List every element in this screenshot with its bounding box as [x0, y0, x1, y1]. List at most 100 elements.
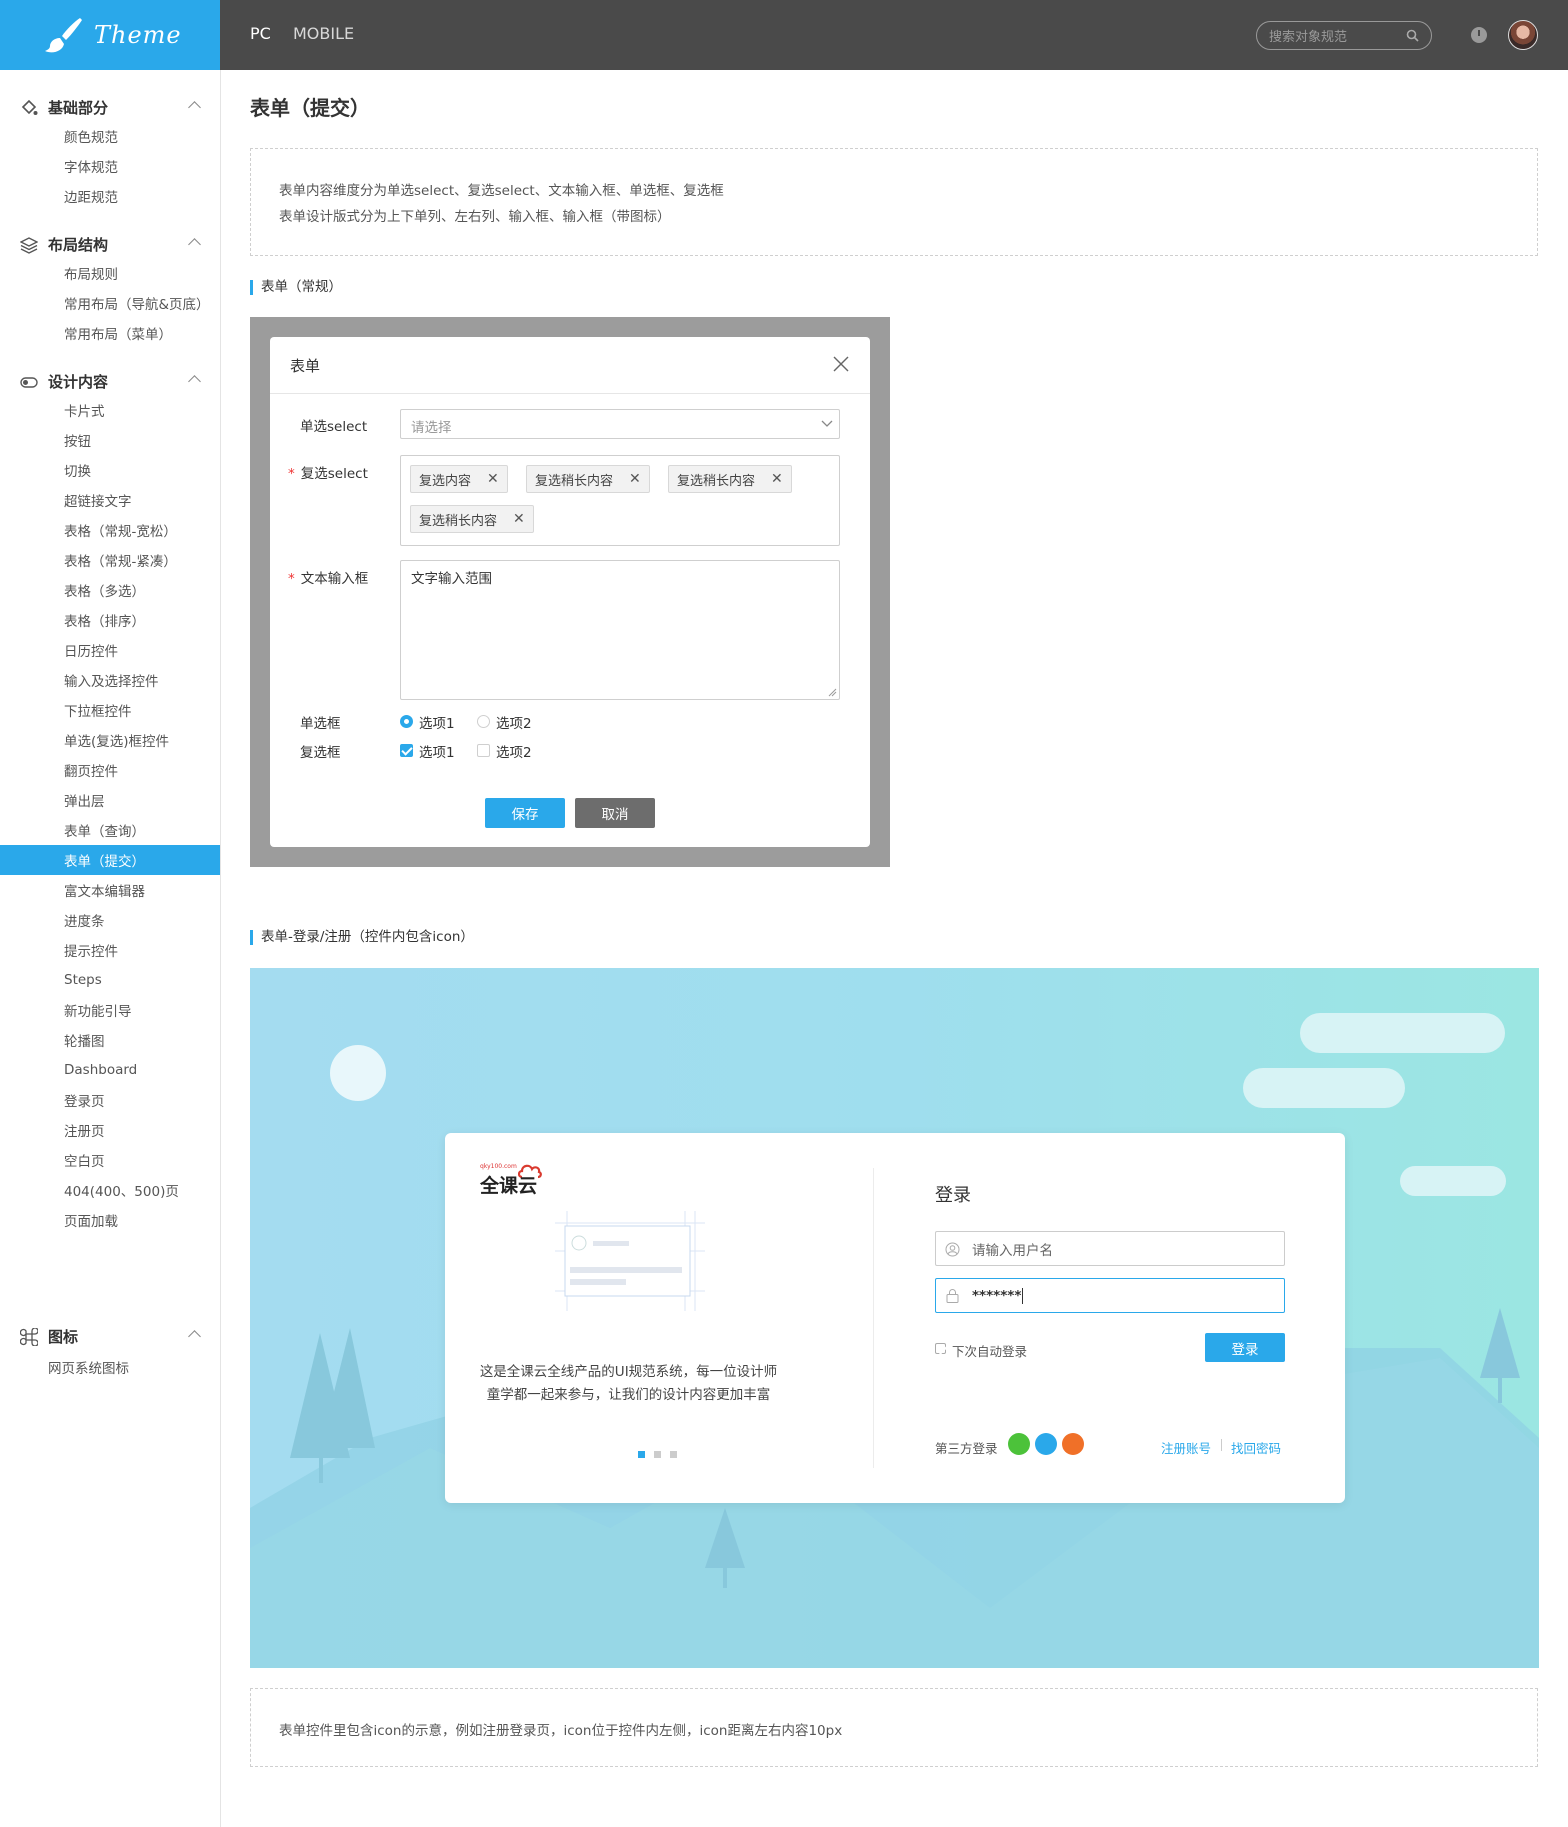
- sidebar-item[interactable]: 页面加载: [0, 1205, 220, 1235]
- register-link[interactable]: 注册账号: [1161, 1438, 1211, 1457]
- weibo-icon[interactable]: [1062, 1433, 1084, 1455]
- checkbox-option-2[interactable]: [477, 744, 490, 757]
- text-area[interactable]: 文字输入范围: [400, 560, 840, 700]
- password-input[interactable]: *******: [935, 1278, 1285, 1313]
- tag-remove-icon[interactable]: ✕: [487, 471, 499, 487]
- sidebar-item[interactable]: 单选(复选)框控件: [0, 725, 220, 755]
- multi-select[interactable]: 复选内容 ✕ 复选稍长内容 ✕ 复选稍长内容 ✕ 复选稍长内容 ✕: [400, 455, 840, 546]
- sidebar-group-basics[interactable]: 基础部分: [20, 97, 108, 118]
- sidebar-item[interactable]: 注册页: [0, 1115, 220, 1145]
- carousel-dot[interactable]: [654, 1451, 661, 1458]
- sidebar-item[interactable]: 翻页控件: [0, 755, 220, 785]
- sidebar-item[interactable]: 网页系统图标: [0, 1352, 220, 1382]
- sidebar-item[interactable]: 表格（常规-紧凑）: [0, 545, 220, 575]
- remember-label: 下次自动登录: [952, 1344, 1028, 1359]
- radio-option-2[interactable]: [477, 715, 490, 728]
- brush-logo-icon: [45, 18, 82, 53]
- search-input[interactable]: 搜索对象规范: [1256, 21, 1432, 50]
- sidebar-item[interactable]: 轮播图: [0, 1025, 220, 1055]
- tab-mobile[interactable]: MOBILE: [293, 24, 354, 43]
- sidebar-item[interactable]: 卡片式: [0, 395, 220, 425]
- sidebar-item[interactable]: 日历控件: [0, 635, 220, 665]
- search-icon[interactable]: [1406, 29, 1419, 42]
- sidebar-item[interactable]: Steps: [0, 965, 220, 995]
- sidebar-item[interactable]: 新功能引导: [0, 995, 220, 1025]
- sidebar-item[interactable]: 表格（常规-宽松）: [0, 515, 220, 545]
- sidebar-item[interactable]: 404(400、500)页: [0, 1175, 220, 1205]
- multi-select-label: * 复选select: [288, 466, 368, 482]
- close-icon[interactable]: [832, 355, 850, 373]
- resize-handle-icon[interactable]: [827, 687, 837, 697]
- qq-icon[interactable]: [1035, 1433, 1057, 1455]
- sidebar-item-active[interactable]: 表单（提交）: [0, 845, 220, 875]
- radio-option-1[interactable]: [400, 715, 413, 728]
- chevron-up-icon[interactable]: [188, 238, 201, 251]
- sidebar-item[interactable]: 输入及选择控件: [0, 665, 220, 695]
- find-password-link[interactable]: 找回密码: [1231, 1438, 1281, 1457]
- radio-option-label: 选项2: [496, 716, 532, 732]
- sidebar: 基础部分 颜色规范 字体规范 边距规范 布局结构 布局规则 常用布局（导航&页底…: [0, 70, 221, 1827]
- checkbox-option-1[interactable]: [400, 744, 413, 757]
- sidebar-item[interactable]: 下拉框控件: [0, 695, 220, 725]
- sidebar-group-layout[interactable]: 布局结构: [20, 234, 108, 255]
- username-input[interactable]: 请输入用户名: [935, 1231, 1285, 1266]
- sidebar-item[interactable]: 提示控件: [0, 935, 220, 965]
- radio-option-label: 选项1: [419, 716, 455, 732]
- login-description: 这是全课云全线产品的UI规范系统，每一位设计师 童学都一起来参与，让我们的设计内…: [445, 1361, 812, 1407]
- clock-icon[interactable]: [1471, 27, 1487, 43]
- tag-remove-icon[interactable]: ✕: [513, 511, 525, 527]
- sidebar-item[interactable]: 登录页: [0, 1085, 220, 1115]
- sidebar-group-icons[interactable]: 图标: [20, 1326, 78, 1347]
- save-button[interactable]: 保存: [485, 798, 565, 828]
- checkbox-label: 复选框: [300, 745, 341, 761]
- single-select[interactable]: 请选择: [400, 409, 840, 439]
- sidebar-item[interactable]: 超链接文字: [0, 485, 220, 515]
- form-demo-overlay: 表单 单选select 请选择 * 复选select 复选内容 ✕ 复选稍长内容 ✕ …: [250, 317, 890, 867]
- chevron-up-icon[interactable]: [188, 1330, 201, 1343]
- sidebar-item[interactable]: 空白页: [0, 1145, 220, 1175]
- tag-remove-icon[interactable]: ✕: [629, 471, 641, 487]
- footer-note: 表单控件里包含icon的示意，例如注册登录页，icon位于控件内左侧，icon距…: [279, 1723, 843, 1739]
- sidebar-item[interactable]: 表格（排序）: [0, 605, 220, 635]
- login-button[interactable]: 登录: [1205, 1333, 1285, 1362]
- chevron-up-icon[interactable]: [188, 101, 201, 114]
- sidebar-item[interactable]: 颜色规范: [0, 121, 220, 151]
- logo[interactable]: Theme: [0, 0, 220, 70]
- layers-icon: [20, 236, 38, 254]
- sidebar-item[interactable]: 常用布局（菜单）: [0, 318, 220, 348]
- sidebar-item[interactable]: 布局规则: [0, 258, 220, 288]
- remember-checkbox[interactable]: [935, 1343, 946, 1354]
- sidebar-item[interactable]: 表单（查询）: [0, 815, 220, 845]
- chevron-down-icon: [821, 420, 833, 427]
- avatar[interactable]: [1508, 20, 1538, 50]
- checkbox-option-label: 选项2: [496, 745, 532, 761]
- sidebar-item[interactable]: 富文本编辑器: [0, 875, 220, 905]
- sidebar-item[interactable]: 切换: [0, 455, 220, 485]
- logo-text: Theme: [94, 21, 182, 49]
- sidebar-item[interactable]: 常用布局（导航&页底）: [0, 288, 220, 318]
- sidebar-group-design[interactable]: 设计内容: [20, 371, 108, 392]
- select-tag: 复选稍长内容 ✕: [668, 465, 792, 493]
- tag-remove-icon[interactable]: ✕: [771, 471, 783, 487]
- sidebar-item[interactable]: 弹出层: [0, 785, 220, 815]
- sidebar-item[interactable]: 按钮: [0, 425, 220, 455]
- chevron-up-icon[interactable]: [188, 375, 201, 388]
- carousel-dot-active[interactable]: [638, 1451, 645, 1458]
- cancel-button[interactable]: 取消: [575, 798, 655, 828]
- sidebar-item[interactable]: Dashboard: [0, 1055, 220, 1085]
- third-party-label: 第三方登录: [935, 1441, 998, 1456]
- tab-pc[interactable]: PC: [250, 24, 271, 43]
- sidebar-item[interactable]: 进度条: [0, 905, 220, 935]
- card-divider: [873, 1168, 874, 1468]
- section-title: 表单（常规）: [250, 280, 342, 295]
- sidebar-item[interactable]: 表格（多选）: [0, 575, 220, 605]
- sidebar-item[interactable]: 边距规范: [0, 181, 220, 211]
- user-icon: [945, 1242, 960, 1257]
- sidebar-group-title: 设计内容: [48, 373, 109, 391]
- page-title: 表单（提交）: [250, 96, 370, 120]
- wechat-icon[interactable]: [1008, 1433, 1030, 1455]
- sidebar-group-title: 图标: [48, 1328, 79, 1346]
- sidebar-item[interactable]: 字体规范: [0, 151, 220, 181]
- carousel-dot[interactable]: [670, 1451, 677, 1458]
- select-tag: 复选内容 ✕: [410, 465, 508, 493]
